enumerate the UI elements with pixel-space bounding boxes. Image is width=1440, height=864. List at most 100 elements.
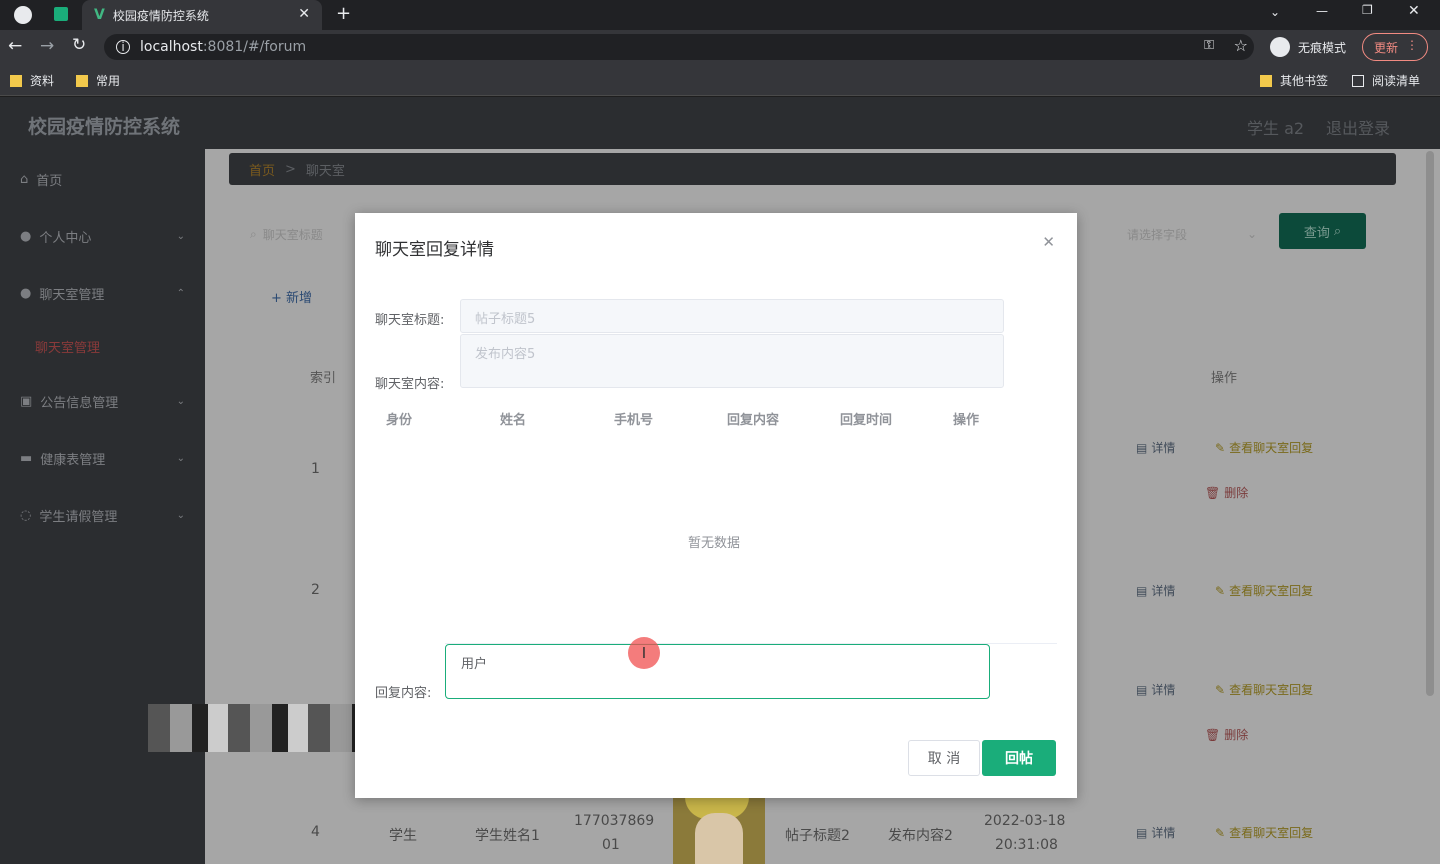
detail-button[interactable]: ▤ 详情 [1136, 824, 1175, 841]
user-name: 学生 a2 [1247, 119, 1305, 138]
index-header: 索引 [310, 371, 337, 386]
query-button[interactable]: 查询 ⌕ [1279, 213, 1366, 249]
search-title-input[interactable]: ⌕ 聊天室标题 [250, 221, 350, 247]
reply-list-label: 查看聊天室回复 [1229, 584, 1314, 598]
sidebar-item-health[interactable]: ▬ 健康表管理 ⌄ [20, 448, 185, 468]
reply-textarea[interactable]: 用户 [445, 644, 990, 699]
reply-detail-dialog: 聊天室回复详情 ✕ 聊天室标题: 帖子标题5 聊天室内容: 发布内容5 身份 姓… [355, 213, 1077, 798]
reading-list[interactable]: 阅读清单 [1352, 72, 1420, 89]
edit-icon: ✎ [1215, 825, 1226, 840]
detail-button[interactable]: ▤ 详情 [1136, 681, 1175, 698]
sidebar-item-label: 公告信息管理 [40, 395, 119, 411]
delete-button[interactable]: 🗑 删除 [1205, 726, 1248, 743]
column-reply-content: 回复内容 [727, 413, 780, 428]
close-window-icon[interactable]: ✕ [1408, 3, 1420, 19]
detail-button[interactable]: ▤ 详情 [1136, 582, 1175, 599]
other-bookmarks[interactable]: 其他书签 [1260, 72, 1328, 89]
cancel-label: 取 消 [927, 751, 961, 767]
breadcrumb: 首页 > 聊天室 [229, 153, 1396, 185]
update-button[interactable]: 更新 ⋮ [1362, 33, 1428, 61]
app-favicon[interactable] [54, 7, 68, 21]
delete-button[interactable]: 🗑 删除 [1205, 484, 1248, 501]
breadcrumb-current: 聊天室 [305, 163, 345, 179]
sidebar-item-chat-manage[interactable]: ● 聊天室管理 ⌃ [20, 283, 185, 303]
reply-list-label: 查看聊天室回复 [1229, 826, 1314, 840]
reload-icon[interactable]: ↻ [72, 35, 86, 55]
sidebar-item-label: 首页 [36, 173, 63, 189]
row-index: 1 [311, 461, 320, 477]
address-bar[interactable]: i localhost:8081/#/forum ⚿ ☆ [104, 34, 1254, 60]
avatar [673, 797, 765, 864]
back-icon[interactable]: ← [8, 36, 22, 56]
reply-list-button[interactable]: ✎ 查看聊天室回复 [1215, 439, 1313, 456]
sidebar-item-profile[interactable]: ● 个人中心 ⌄ [20, 226, 185, 246]
sidebar-item-leave[interactable]: ◌ 学生请假管理 ⌄ [20, 505, 185, 525]
new-tab-icon[interactable]: + [336, 3, 351, 24]
row-date: 2022-03-18 [984, 813, 1066, 829]
row-index: 2 [311, 582, 320, 598]
reading-list-label: 阅读清单 [1372, 74, 1421, 88]
title-value: 帖子标题5 [475, 312, 536, 327]
reply-list-label: 查看聊天室回复 [1229, 683, 1314, 697]
browser-tab-strip: V 校园疫情防控系统 ✕ + ⌄ — ❐ ✕ [0, 0, 1440, 30]
sidebar-item-label: 聊天室管理 [35, 340, 101, 356]
row-content: 发布内容2 [888, 828, 953, 844]
edit-icon: ✎ [1215, 583, 1226, 598]
restore-icon[interactable]: ❐ [1362, 3, 1373, 17]
incognito-icon [1270, 37, 1290, 57]
submit-reply-button[interactable]: 回帖 [982, 740, 1056, 776]
row-time: 20:31:08 [995, 837, 1058, 853]
close-icon[interactable]: ✕ [1042, 233, 1055, 251]
logout-link[interactable]: 退出登录 [1326, 115, 1390, 139]
app-title: 校园疫情防控系统 [28, 116, 181, 138]
chevron-down-icon: ⌄ [176, 452, 185, 464]
field-select[interactable]: 请选择字段 ⌄ [1127, 221, 1257, 247]
trash-icon: 🗑 [1205, 485, 1221, 500]
update-label: 更新 [1374, 40, 1399, 55]
bookmarks-bar: 资料 常用 其他书签 阅读清单 [0, 64, 1440, 96]
sidebar-item-label: 个人中心 [39, 230, 92, 246]
bookmark-folder[interactable]: 常用 [76, 72, 120, 89]
chevron-down-icon: ⌄ [176, 395, 185, 407]
cursor-indicator: I [628, 637, 660, 669]
row-identity: 学生 [389, 828, 417, 844]
add-button[interactable]: + 新增 [271, 287, 312, 306]
reply-list-button[interactable]: ✎ 查看聊天室回复 [1215, 681, 1313, 698]
title-label: 聊天室标题: [375, 313, 445, 328]
title-field: 帖子标题5 [460, 299, 1004, 333]
star-icon[interactable]: ☆ [1234, 36, 1248, 55]
close-tab-icon[interactable]: ✕ [298, 6, 310, 22]
column-reply-time: 回复时间 [840, 413, 893, 428]
sidebar-subitem-chat[interactable]: 聊天室管理 [35, 336, 100, 356]
doc-icon: ▤ [1136, 825, 1148, 840]
breadcrumb-home[interactable]: 首页 [249, 160, 275, 179]
detail-button[interactable]: ▤ 详情 [1136, 439, 1175, 456]
empty-text: 暂无数据 [688, 536, 741, 551]
forward-icon[interactable]: → [40, 36, 54, 56]
tab-search-icon[interactable]: ⌄ [1270, 5, 1280, 19]
cancel-button[interactable]: 取 消 [908, 740, 980, 776]
sidebar-item-label: 学生请假管理 [39, 509, 118, 525]
minimize-icon[interactable]: — [1316, 4, 1328, 18]
key-icon[interactable]: ⚿ [1204, 38, 1214, 53]
op-header: 操作 [1211, 371, 1238, 386]
doc-icon: ▤ [1136, 682, 1148, 697]
sidebar-item-home[interactable]: ⌂ 首页 [20, 169, 62, 189]
reply-list-button[interactable]: ✎ 查看聊天室回复 [1215, 824, 1313, 841]
info-icon[interactable]: i [116, 40, 130, 54]
row-index: 4 [311, 824, 320, 840]
incognito-label: 无痕模式 [1298, 41, 1347, 55]
bookmark-folder[interactable]: 资料 [10, 72, 54, 89]
reply-list-button[interactable]: ✎ 查看聊天室回复 [1215, 582, 1313, 599]
browser-tab[interactable]: V 校园疫情防控系统 ✕ [82, 0, 322, 30]
url-path: :8081/#/forum [202, 39, 307, 55]
column-phone: 手机号 [614, 413, 654, 428]
globe-icon[interactable] [14, 6, 32, 24]
leave-icon: ◌ [20, 507, 32, 523]
sidebar-item-notice[interactable]: ▣ 公告信息管理 ⌄ [20, 391, 185, 411]
row-phone-b: 01 [602, 837, 620, 853]
health-icon: ▬ [20, 450, 33, 466]
scrollbar[interactable] [1426, 151, 1434, 696]
row-title: 帖子标题2 [785, 828, 850, 844]
detail-label: 详情 [1151, 584, 1176, 598]
